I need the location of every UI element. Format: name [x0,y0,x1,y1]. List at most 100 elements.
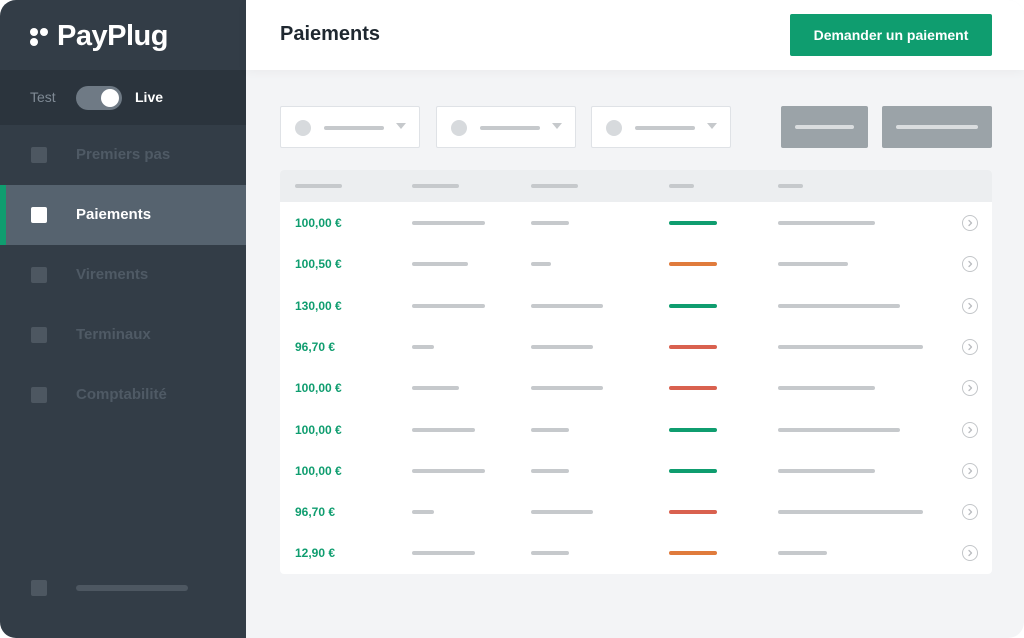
chevron-right-icon[interactable] [962,504,978,521]
sidebar-item-comptabilite[interactable]: Comptabilité [0,365,246,425]
cell-placeholder-3 [531,551,569,556]
column-header-status [669,184,694,188]
table-header [280,170,992,202]
status-indicator [669,221,717,225]
filter-icon [451,120,467,136]
status-indicator [669,386,717,391]
payment-amount: 12,90 € [295,546,336,561]
filter-value-placeholder [480,126,540,130]
chevron-right-icon[interactable] [962,338,978,355]
status-indicator [669,303,717,308]
nav-icon [31,387,47,403]
cell-placeholder-2 [412,551,475,556]
filter-dropdown-3[interactable] [591,106,731,148]
chevron-right-icon[interactable] [962,256,978,273]
cell-placeholder-2 [412,510,434,515]
cell-placeholder-3 [531,468,569,473]
filter-dropdown-2[interactable] [436,106,576,148]
sidebar-item-label: Comptabilité [76,386,167,403]
chevron-right-icon[interactable] [962,462,978,479]
account-name-placeholder[interactable] [76,585,188,591]
table-row[interactable]: 12,90 € [280,532,992,573]
column-header-2 [412,184,459,188]
table-row[interactable]: 96,70 € [280,326,992,367]
filter-value-placeholder [635,126,695,130]
column-header-amount [295,184,342,188]
sidebar-item-label: Premiers pas [76,146,171,163]
logo-dots-icon [30,26,50,46]
cell-placeholder-2 [412,221,485,225]
action-button-1[interactable] [781,106,868,148]
status-indicator [669,427,717,432]
cell-placeholder-5 [778,344,923,349]
cell-placeholder-3 [531,427,569,432]
cell-placeholder-3 [531,386,603,391]
account-icon[interactable] [31,580,47,596]
button-label-placeholder [896,125,978,129]
cell-placeholder-5 [778,221,875,225]
table-row[interactable]: 96,70 € [280,491,992,532]
chevron-right-icon[interactable] [962,297,978,314]
app-window: PayPlug Test Live Premiers pas Paiements… [0,0,1024,638]
payment-amount: 100,00 € [295,422,342,437]
cell-placeholder-3 [531,262,551,267]
chevron-right-icon[interactable] [962,545,978,562]
cell-placeholder-2 [412,303,485,308]
table-row[interactable]: 100,00 € [280,202,992,243]
cell-placeholder-3 [531,510,593,515]
nav-icon [31,147,47,163]
sidebar-item-paiements[interactable]: Paiements [0,185,246,245]
cell-placeholder-2 [412,262,468,267]
table-row[interactable]: 100,50 € [280,243,992,284]
payment-amount: 130,00 € [295,298,342,313]
filter-icon [606,120,622,136]
sidebar-item-label: Terminaux [76,326,151,343]
status-indicator [669,468,717,473]
table-row[interactable]: 100,00 € [280,450,992,491]
chevron-down-icon [552,123,562,129]
nav-icon [31,327,47,343]
sidebar-item-label: Paiements [76,206,152,223]
table-row[interactable]: 100,00 € [280,409,992,450]
status-indicator [669,344,717,349]
nav-icon [31,207,47,223]
chevron-right-icon[interactable] [962,421,978,438]
table-row[interactable]: 100,00 € [280,367,992,408]
cell-placeholder-2 [412,468,485,473]
cell-placeholder-2 [412,427,475,432]
action-button-2[interactable] [882,106,992,148]
top-header: Paiements Demander un paiement [246,0,1024,70]
mode-test-label: Test [30,89,56,105]
status-indicator [669,262,717,267]
cell-placeholder-3 [531,303,603,308]
payment-amount: 100,00 € [295,463,342,478]
request-payment-button[interactable]: Demander un paiement [790,14,992,56]
column-header-3 [531,184,578,188]
cell-placeholder-2 [412,344,434,349]
payment-amount: 100,00 € [295,216,342,230]
live-mode-toggle[interactable] [76,86,122,110]
status-indicator [669,510,717,515]
chevron-right-icon[interactable] [962,380,978,397]
page-title: Paiements [280,23,381,45]
cell-placeholder-5 [778,510,923,515]
table-row[interactable]: 130,00 € [280,285,992,326]
payplug-logo[interactable]: PayPlug [30,16,168,56]
sidebar-item-premiers-pas[interactable]: Premiers pas [0,125,246,185]
payment-amount: 96,70 € [295,339,336,354]
sidebar-item-terminaux[interactable]: Terminaux [0,305,246,365]
logo-text: PayPlug [57,19,168,52]
cell-placeholder-3 [531,221,569,225]
cell-placeholder-3 [531,344,593,349]
sidebar-item-label: Virements [76,266,149,283]
filter-icon [295,120,311,136]
chevron-right-icon[interactable] [962,215,978,231]
filter-dropdown-1[interactable] [280,106,420,148]
cell-placeholder-5 [778,303,900,308]
chevron-down-icon [396,123,406,129]
button-label-placeholder [795,125,854,129]
cell-placeholder-5 [778,427,900,432]
payment-amount: 100,00 € [295,381,342,396]
cell-placeholder-2 [412,386,459,391]
sidebar-item-virements[interactable]: Virements [0,245,246,305]
